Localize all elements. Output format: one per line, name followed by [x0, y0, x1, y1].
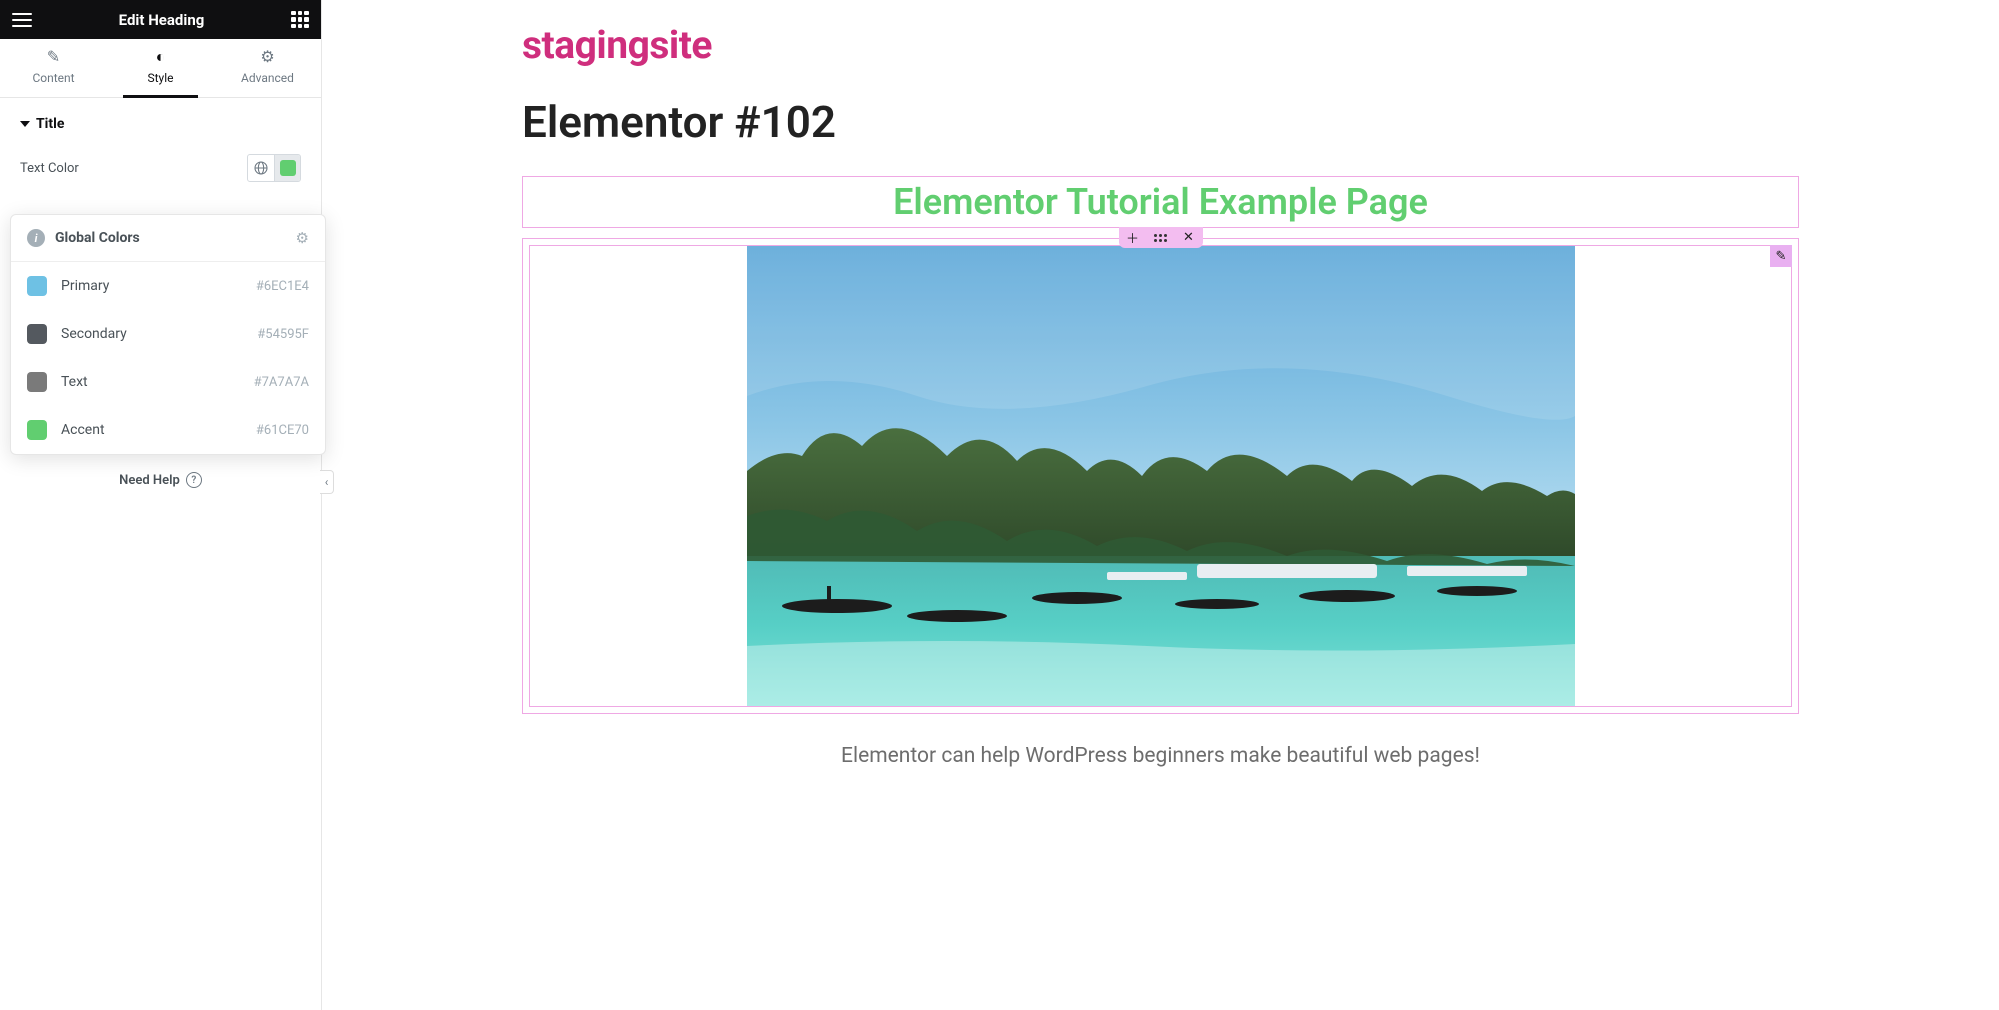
image-caption: Elementor can help WordPress beginners m… [522, 744, 1799, 768]
color-label: Text [61, 374, 88, 390]
question-icon: ? [186, 472, 202, 488]
popover-header: i Global Colors ⚙ [11, 215, 325, 262]
global-colors-list: Primary #6EC1E4 Secondary #54595F Text #… [11, 262, 325, 454]
editor-canvas: stagingsite Elementor #102 Elementor Tut… [322, 0, 1999, 1010]
swatch [27, 372, 47, 392]
gear-icon: ⚙ [214, 49, 321, 65]
collapse-sidebar-handle[interactable]: ‹ [320, 470, 334, 494]
text-color-row: Text Color [0, 144, 321, 192]
swatch [27, 276, 47, 296]
globe-icon [253, 160, 269, 176]
section-toolbar: ＋ ✕ [1119, 227, 1203, 248]
hamburger-icon[interactable] [12, 13, 32, 27]
current-color-swatch [280, 160, 296, 176]
gear-icon[interactable]: ⚙ [296, 229, 309, 247]
tab-label: Content [32, 71, 74, 85]
drag-section-handle[interactable] [1147, 227, 1175, 248]
heading-section[interactable]: Elementor Tutorial Example Page [522, 176, 1799, 228]
apps-grid-icon[interactable] [291, 11, 309, 29]
need-help-label: Need Help [119, 473, 180, 488]
section-label: Title [36, 116, 64, 132]
color-item-primary[interactable]: Primary #6EC1E4 [11, 262, 325, 310]
heading-widget[interactable]: Elementor Tutorial Example Page [523, 177, 1798, 227]
image-widget-outline[interactable] [529, 245, 1792, 707]
popover-title: Global Colors [55, 230, 140, 246]
color-label: Accent [61, 422, 105, 438]
tab-label: Style [147, 71, 173, 85]
color-hex: #54595F [257, 327, 309, 342]
landscape-image [747, 246, 1575, 706]
tab-content[interactable]: ✎ Content [0, 39, 107, 97]
tab-advanced[interactable]: ⚙ Advanced [214, 39, 321, 97]
global-colors-popover: i Global Colors ⚙ Primary #6EC1E4 Second… [10, 214, 326, 455]
color-item-accent[interactable]: Accent #61CE70 [11, 406, 325, 454]
text-color-label: Text Color [20, 161, 79, 176]
swatch [27, 420, 47, 440]
need-help-link[interactable]: Need Help ? [0, 452, 321, 508]
close-section-button[interactable]: ✕ [1175, 227, 1203, 248]
tab-label: Advanced [241, 71, 294, 85]
info-icon: i [27, 229, 45, 247]
color-label: Secondary [61, 326, 127, 342]
editor-tabs: ✎ Content ◐ Style ⚙ Advanced [0, 39, 321, 98]
color-label: Primary [61, 278, 109, 294]
pencil-icon: ✎ [0, 49, 107, 65]
image-widget[interactable] [530, 246, 1791, 706]
section-toggle-title[interactable]: Title [0, 98, 321, 144]
color-swatch-button[interactable] [274, 155, 300, 181]
color-item-text[interactable]: Text #7A7A7A [11, 358, 325, 406]
editor-sidebar: Edit Heading ✎ Content ◐ Style ⚙ Advance… [0, 0, 322, 1010]
caret-down-icon [20, 121, 30, 127]
edit-widget-handle[interactable]: ✎ [1770, 245, 1792, 267]
page-title: Elementor #102 [522, 96, 1799, 148]
drag-dots-icon [1154, 234, 1167, 242]
color-hex: #6EC1E4 [256, 279, 309, 294]
color-controls [247, 154, 301, 182]
site-title[interactable]: stagingsite [522, 22, 1799, 68]
image-section[interactable]: ＋ ✕ ✎ [522, 238, 1799, 714]
add-section-button[interactable]: ＋ [1119, 227, 1147, 248]
contrast-icon: ◐ [107, 49, 214, 65]
color-item-secondary[interactable]: Secondary #54595F [11, 310, 325, 358]
sidebar-title: Edit Heading [119, 11, 205, 29]
swatch [27, 324, 47, 344]
sidebar-header: Edit Heading [0, 0, 321, 39]
tab-style[interactable]: ◐ Style [107, 39, 214, 97]
global-color-toggle[interactable] [248, 155, 274, 181]
color-hex: #7A7A7A [254, 375, 309, 390]
color-hex: #61CE70 [256, 423, 309, 438]
